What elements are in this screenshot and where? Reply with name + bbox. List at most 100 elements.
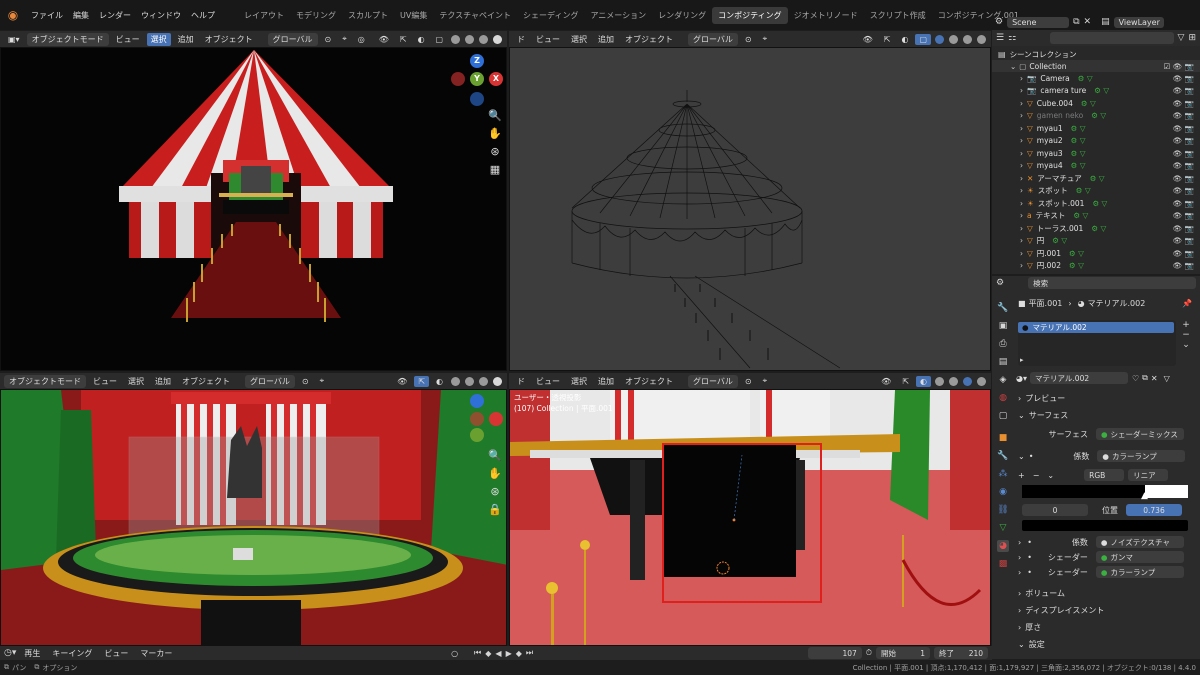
object-tab-icon[interactable]: ■ [997, 432, 1009, 444]
vp4-view-menu[interactable]: ビュー [532, 375, 564, 388]
outliner-item[interactable]: › ☀ スポット ⚙ ▽ 👁 📷 [992, 185, 1200, 197]
outliner-expand-icon[interactable]: › [1020, 224, 1023, 233]
tab-sculpt[interactable]: スカルプト [342, 7, 394, 24]
vp1-select-menu[interactable]: 選択 [146, 32, 171, 46]
outliner-item[interactable]: › ▽ myau3 ⚙ ▽ 👁 📷 [992, 147, 1200, 159]
ramp-stop-color-swatch[interactable] [1022, 520, 1188, 531]
ramp-stop-marker-icon[interactable]: ▲ [1141, 491, 1148, 501]
outliner-expand-icon[interactable]: › [1020, 111, 1023, 120]
outliner-expand-icon[interactable]: › [1020, 174, 1023, 183]
data-tab-icon[interactable]: ▽ [997, 522, 1009, 534]
vp4-shading-render-icon[interactable] [977, 376, 986, 386]
outliner-item[interactable]: › ▽ myau4 ⚙ ▽ 👁 📷 [992, 160, 1200, 172]
vp2-shading-material-icon[interactable] [963, 34, 972, 44]
outliner-visibility-icons[interactable]: 👁 📷 [1173, 149, 1194, 158]
overlay-icon[interactable]: ◐ [414, 34, 429, 45]
end-frame-field[interactable]: 終了 210 [934, 647, 989, 659]
collection-visibility-icons[interactable]: ☑ 👁 📷 [1164, 62, 1194, 71]
material-slot-item[interactable]: ● マテリアル.002 [1018, 322, 1174, 333]
outliner-modifier-icons[interactable]: ⚙ ▽ [1091, 224, 1106, 233]
xray-icon[interactable]: ▢ [432, 34, 448, 45]
next-key-icon[interactable]: ◆ [516, 649, 522, 658]
vp3-shading-solid-icon[interactable] [465, 376, 474, 386]
vp2-editor-type-icon[interactable]: ド [513, 33, 529, 46]
outliner-item[interactable]: › ▽ Cube.004 ⚙ ▽ 👁 📷 [992, 97, 1200, 109]
ramp-position-field[interactable]: 0.736 [1126, 504, 1182, 516]
outliner-visibility-icons[interactable]: 👁 📷 [1173, 124, 1194, 133]
outliner-modifier-icons[interactable]: ⚙ ▽ [1076, 186, 1091, 195]
vp3-select-menu[interactable]: 選択 [124, 375, 148, 388]
tab-compositing[interactable]: コンポジティング [712, 6, 788, 24]
marker-menu[interactable]: マーカー [136, 647, 176, 660]
vp4-select-menu[interactable]: 選択 [567, 375, 591, 388]
vp1-view-menu[interactable]: ビュー [112, 33, 144, 46]
outliner-visibility-icons[interactable]: 👁 📷 [1173, 161, 1194, 170]
new-scene-icon[interactable]: ⧉ [1073, 17, 1079, 27]
snap-icon[interactable]: ⌖ [338, 33, 351, 45]
vp3-orientation[interactable]: グローバル [245, 374, 295, 388]
vp2-orientation[interactable]: グローバル [688, 32, 738, 46]
zoom-icon[interactable]: 🔍 [487, 108, 503, 124]
outliner-visibility-icons[interactable]: 👁 📷 [1173, 174, 1194, 183]
section-thickness[interactable]: › 厚さ [1018, 620, 1192, 634]
shader1-input-field[interactable]: ● ガンマ [1095, 551, 1184, 563]
vp4-visibility-icon[interactable]: 👁 [877, 376, 895, 387]
outliner-filter-icon[interactable]: ▽ [1178, 33, 1185, 43]
vp4-overlay-icon[interactable]: ◐ [916, 375, 931, 387]
vp3-snap-icon[interactable]: ⌖ [316, 375, 329, 387]
current-frame-field[interactable]: 107 [807, 647, 862, 659]
outliner-item[interactable]: › ▽ gamen neko ⚙ ▽ 👁 📷 [992, 110, 1200, 122]
outliner-visibility-icons[interactable]: 👁 📷 [1173, 224, 1194, 233]
outliner-modifier-icons[interactable]: ⚙ ▽ [1073, 211, 1088, 220]
outliner-modifier-icons[interactable]: ⚙ ▽ [1071, 136, 1086, 145]
outliner-item[interactable]: › ▽ トーラス.001 ⚙ ▽ 👁 📷 [992, 222, 1200, 234]
outliner-expand-icon[interactable]: › [1020, 99, 1023, 108]
material-browse-icon[interactable]: ◕▾ [1016, 374, 1027, 383]
jump-end-icon[interactable]: ⏭ [526, 648, 533, 658]
outliner-modifier-icons[interactable]: ⚙ ▽ [1069, 261, 1084, 270]
duplicate-material-icon[interactable]: ⧉ [1142, 373, 1148, 383]
outliner-visibility-icons[interactable]: 👁 📷 [1173, 199, 1194, 208]
world-tab-icon[interactable]: ◍ [997, 392, 1009, 404]
output-tab-icon[interactable]: ⎙ [997, 338, 1009, 350]
outliner-item[interactable]: › ▽ myau1 ⚙ ▽ 👁 📷 [992, 122, 1200, 134]
vp2-add-menu[interactable]: 追加 [594, 33, 618, 46]
material-name-field[interactable]: マテリアル.002 [1030, 372, 1128, 384]
auto-key-icon[interactable]: ○ [451, 649, 458, 658]
outliner-editor-icon[interactable]: ☰ [996, 33, 1004, 43]
outliner-expand-icon[interactable]: › [1020, 249, 1023, 258]
outliner-modifier-icons[interactable]: ⚙ ▽ [1081, 99, 1096, 108]
outliner-visibility-icons[interactable]: 👁 📷 [1173, 249, 1194, 258]
vp3-pan-hand-icon[interactable]: ✋ [487, 466, 503, 482]
outliner-new-collection-icon[interactable]: ⊞ [1188, 33, 1196, 43]
vp3-add-menu[interactable]: 追加 [151, 375, 175, 388]
outliner-modifier-icons[interactable]: ⚙ ▽ [1052, 236, 1067, 245]
shading-render-icon[interactable] [493, 34, 502, 44]
outliner-expand-icon[interactable]: › [1020, 186, 1023, 195]
vp3-camera-icon[interactable]: ⊛ [487, 484, 503, 500]
menu-file[interactable]: ファイル [26, 10, 68, 21]
vp4-snap-icon[interactable]: ⌖ [759, 375, 772, 387]
vp4-gizmo-icon[interactable]: ⇱ [898, 376, 913, 387]
vp3-overlay-icon[interactable]: ◐ [432, 376, 447, 387]
outliner-expand-icon[interactable]: › [1020, 261, 1023, 270]
tab-shading[interactable]: シェーディング [517, 7, 584, 24]
outliner-search[interactable] [1050, 32, 1174, 44]
menu-edit[interactable]: 編集 [68, 10, 94, 21]
vp4-orientation[interactable]: グローバル [688, 374, 738, 388]
vp2-overlay-icon[interactable]: ◐ [897, 34, 912, 45]
timeline-view-menu[interactable]: ビュー [100, 647, 132, 660]
tab-uv[interactable]: UV編集 [394, 7, 433, 24]
vp4-add-menu[interactable]: 追加 [594, 375, 618, 388]
timeline-editor-icon[interactable]: ◷▾ [4, 648, 16, 658]
vp3-shading-material-icon[interactable] [479, 376, 488, 386]
outliner-expand-icon[interactable]: › [1020, 211, 1023, 220]
section-settings[interactable]: ⌄ 設定 [1018, 637, 1192, 651]
properties-editor-icon[interactable]: ⚙ [996, 278, 1004, 288]
tab-animation[interactable]: アニメーション [584, 7, 652, 24]
outliner-modifier-icons[interactable]: ⚙ ▽ [1071, 161, 1086, 170]
outliner-visibility-icons[interactable]: 👁 📷 [1173, 136, 1194, 145]
section-surface[interactable]: ⌄ サーフェス [1018, 408, 1192, 422]
outliner-collection-row[interactable]: ⌄ ▢ Collection ☑ 👁 📷 [992, 60, 1200, 72]
modifier-tab-icon[interactable]: 🔧 [997, 450, 1009, 462]
